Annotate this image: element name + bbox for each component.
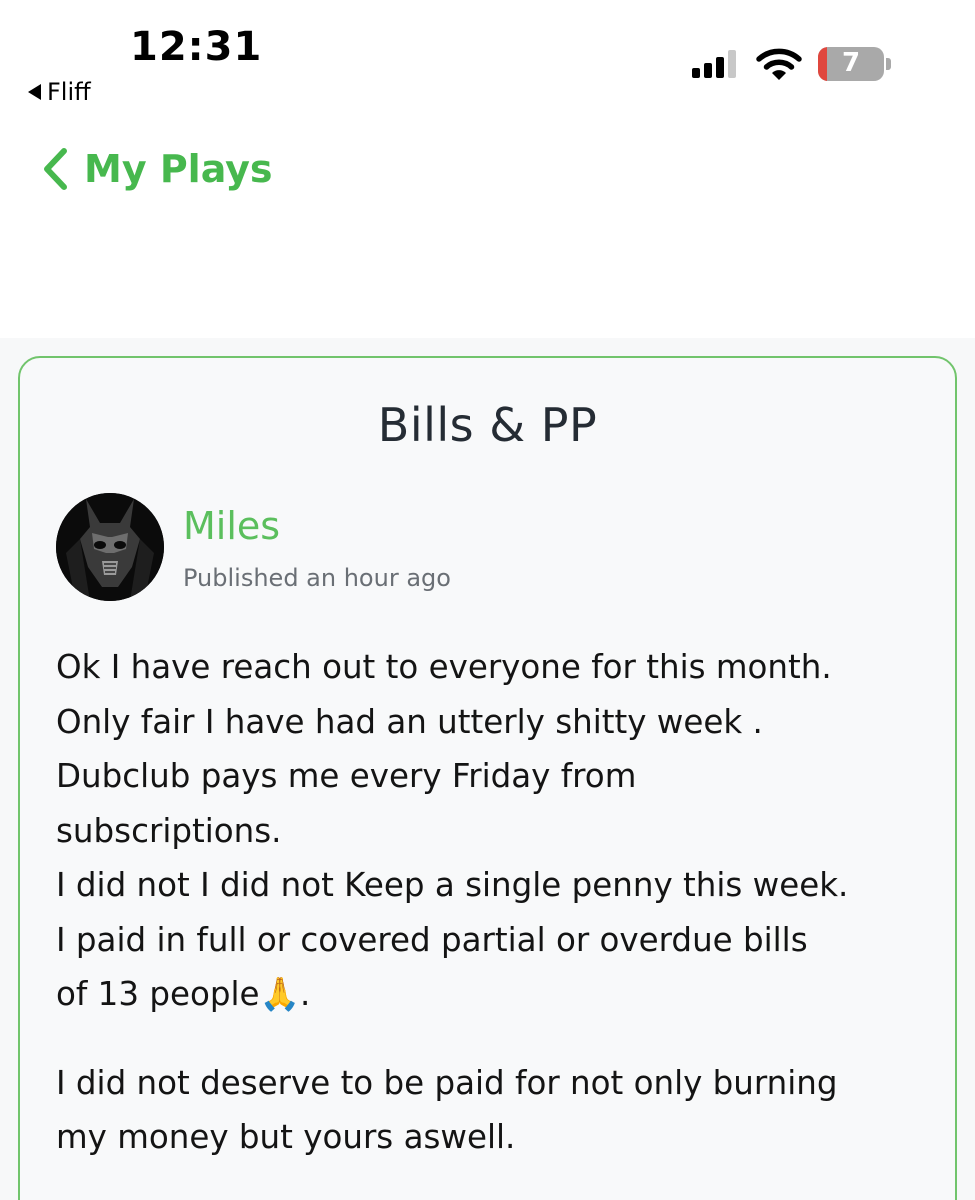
avatar[interactable] xyxy=(56,493,164,601)
status-time: 12:31 xyxy=(130,24,263,70)
skull-avatar-image xyxy=(56,493,164,601)
chevron-left-icon xyxy=(44,148,67,190)
back-to-app-link[interactable]: Fliff xyxy=(28,78,91,106)
post-paragraph: Ok I have reach out to everyone for this… xyxy=(56,648,849,1013)
wifi-icon xyxy=(756,48,802,80)
cellular-signal-icon xyxy=(692,48,736,78)
post-title: Bills & PP xyxy=(377,398,598,452)
back-app-label: Fliff xyxy=(47,78,91,106)
battery-cap xyxy=(886,58,891,70)
back-button[interactable]: My Plays xyxy=(40,146,273,192)
author-name[interactable]: Miles xyxy=(183,504,280,548)
back-triangle-icon xyxy=(28,84,41,100)
screen: 12:31 Fliff 7 My Plays Bills & PP Miles … xyxy=(0,0,975,1200)
battery-icon: 7 xyxy=(818,47,884,81)
post-paragraph: I did not deserve to be paid for not onl… xyxy=(56,1063,838,1157)
battery-level: 7 xyxy=(841,48,861,78)
back-label: My Plays xyxy=(84,147,273,191)
post-body: Ok I have reach out to everyone for this… xyxy=(56,640,946,1165)
published-timestamp: Published an hour ago xyxy=(183,564,451,592)
